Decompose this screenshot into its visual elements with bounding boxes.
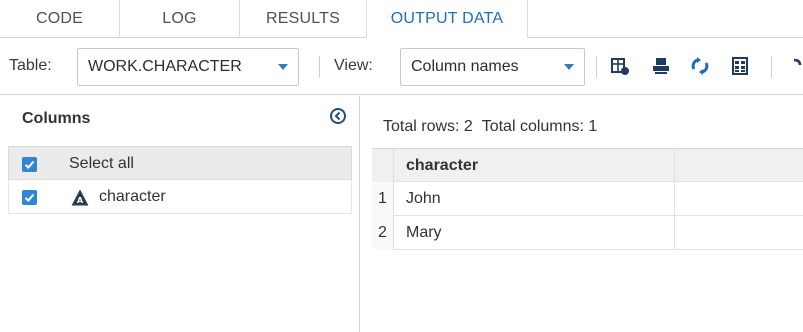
column-divider (674, 216, 675, 250)
tab-log-label: LOG (162, 10, 197, 27)
tab-code-label: CODE (35, 10, 84, 27)
svg-text:A: A (77, 196, 84, 205)
toolbar-divider (319, 56, 320, 78)
table-select-value: WORK.CHARACTER (88, 58, 242, 75)
toolbar: Table: WORK.CHARACTER View: Column names (0, 38, 803, 95)
total-columns: Total columns: 1 (481, 118, 598, 135)
view-label: View: (334, 57, 373, 74)
view-select[interactable]: Column names (400, 48, 585, 86)
data-grid: character 1 John 2 Mary (372, 148, 803, 250)
column-header-character[interactable]: character (406, 157, 478, 175)
table-label: Table: (9, 57, 52, 74)
tab-output-data-label: OUTPUT DATA (390, 9, 504, 27)
check-icon (24, 160, 35, 169)
select-all-checkbox[interactable] (22, 157, 37, 172)
refresh-icon[interactable] (690, 56, 710, 76)
select-all-row[interactable]: Select all (8, 146, 352, 180)
toolbar-divider (596, 56, 597, 78)
table-cell[interactable]: Mary (406, 224, 442, 242)
column-item-label: character (99, 188, 166, 205)
column-checkbox[interactable] (22, 190, 37, 205)
select-all-label: Select all (69, 155, 134, 172)
table-row[interactable]: 1 John (372, 182, 803, 216)
more-tools-icon[interactable] (792, 56, 803, 76)
row-number-header (372, 149, 394, 183)
table-summary: Total rows: 2 Total columns: 1 (383, 118, 597, 136)
tab-log[interactable]: LOG (120, 0, 240, 38)
table-cell[interactable]: John (406, 190, 441, 208)
column-item[interactable]: A character (8, 180, 352, 214)
grid-header-row: character (372, 148, 803, 183)
tab-code[interactable]: CODE (0, 0, 120, 38)
print-icon[interactable] (651, 56, 671, 76)
chevron-down-icon (278, 64, 288, 70)
columns-panel: Columns Select all A character (0, 96, 360, 332)
total-rows: Total rows: 2 (383, 118, 473, 135)
tab-output-data[interactable]: OUTPUT DATA (366, 0, 528, 39)
toolbar-divider (771, 56, 772, 78)
table-select[interactable]: WORK.CHARACTER (77, 48, 299, 86)
tab-results[interactable]: RESULTS (240, 0, 366, 38)
chevron-down-icon (564, 64, 574, 70)
tab-results-label: RESULTS (265, 10, 340, 27)
row-number: 1 (372, 182, 394, 216)
columns-panel-header: Columns (0, 96, 360, 144)
view-select-value: Column names (411, 58, 519, 75)
collapse-icon[interactable] (329, 107, 347, 125)
grid-options-icon[interactable] (730, 56, 750, 76)
column-divider[interactable] (674, 149, 675, 183)
tab-bar: CODE LOG RESULTS OUTPUT DATA (0, 0, 803, 39)
columns-panel-title: Columns (22, 110, 91, 127)
character-type-icon: A (71, 189, 89, 206)
data-properties-icon[interactable] (610, 56, 630, 76)
column-divider (674, 182, 675, 216)
data-view-panel: Total rows: 2 Total columns: 1 character… (361, 96, 803, 332)
row-number: 2 (372, 216, 394, 250)
table-row[interactable]: 2 Mary (372, 216, 803, 250)
check-icon (24, 193, 35, 202)
